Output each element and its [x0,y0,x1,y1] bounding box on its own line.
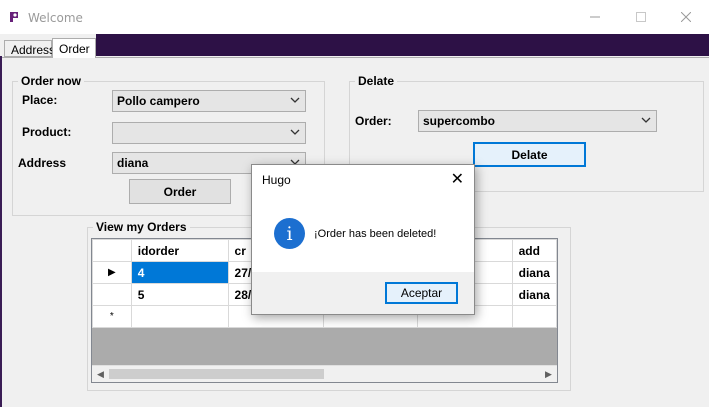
row-selector[interactable]: ▶ [92,261,132,284]
order-button[interactable]: Order [129,179,231,204]
message-dialog: Hugo ✕ i ¡Order has been deleted! Acepta… [251,164,475,315]
address-value: diana [117,156,149,170]
place-label: Place: [22,93,58,107]
table-cell[interactable]: diana [511,261,557,284]
tab-address[interactable]: Address [4,40,56,57]
product-combobox[interactable] [112,122,306,144]
delate-title: Delate [355,74,398,88]
table-cell[interactable]: diana [511,283,557,306]
order-now-title: Order now [18,74,85,88]
place-value: Pollo campero [117,94,200,108]
close-button[interactable] [663,0,709,34]
minimize-button[interactable] [572,0,618,34]
window-title: Welcome [28,11,83,25]
delate-button[interactable]: Delate [473,142,586,167]
column-header[interactable]: add [511,239,557,262]
delate-order-label: Order: [355,114,392,128]
tab-order[interactable]: Order [52,38,96,58]
chevron-down-icon [290,129,300,135]
delate-order-value: supercombo [423,114,496,128]
row-selector[interactable]: * [92,305,132,328]
view-orders-title: View my Orders [93,220,190,234]
window-left-edge [0,56,2,407]
chevron-down-icon [290,97,300,103]
order-button-label: Order [163,184,197,199]
table-cell[interactable]: 5 [130,283,229,306]
product-label: Product: [22,125,72,139]
desktop-background [96,34,709,56]
info-icon: i [274,218,305,249]
close-icon [681,12,691,22]
chevron-down-icon [641,117,651,123]
delate-button-label: Delate [511,147,548,162]
scroll-right-icon[interactable]: ▶ [540,366,557,382]
scrollbar-thumb[interactable] [109,369,324,379]
dialog-close-icon[interactable]: ✕ [451,169,464,189]
minimize-icon [590,16,600,18]
tab-address-label: Address [11,43,56,57]
maximize-icon [636,12,646,22]
tab-order-label: Order [59,42,90,56]
delate-order-combobox[interactable]: supercombo [418,110,657,132]
column-header[interactable]: idorder [130,239,229,262]
aceptar-button[interactable]: Aceptar [385,282,458,304]
window-titlebar: Welcome [0,0,709,34]
table-cell[interactable] [511,305,557,328]
aceptar-button-label: Aceptar [400,286,443,300]
place-combobox[interactable]: Pollo campero [112,90,306,112]
app-icon [10,12,18,22]
row-selector[interactable] [92,283,132,306]
grid-corner-cell [92,239,132,262]
dialog-message: ¡Order has been deleted! [314,228,437,240]
horizontal-scrollbar[interactable]: ◀ ▶ [92,365,557,382]
address-label: Address [18,156,67,170]
table-cell[interactable]: 4 [130,261,229,284]
scroll-left-icon[interactable]: ◀ [92,366,109,382]
maximize-button[interactable] [618,0,664,34]
table-cell[interactable] [130,305,229,328]
dialog-footer: Aceptar [252,272,474,314]
dialog-title: Hugo [262,173,291,187]
